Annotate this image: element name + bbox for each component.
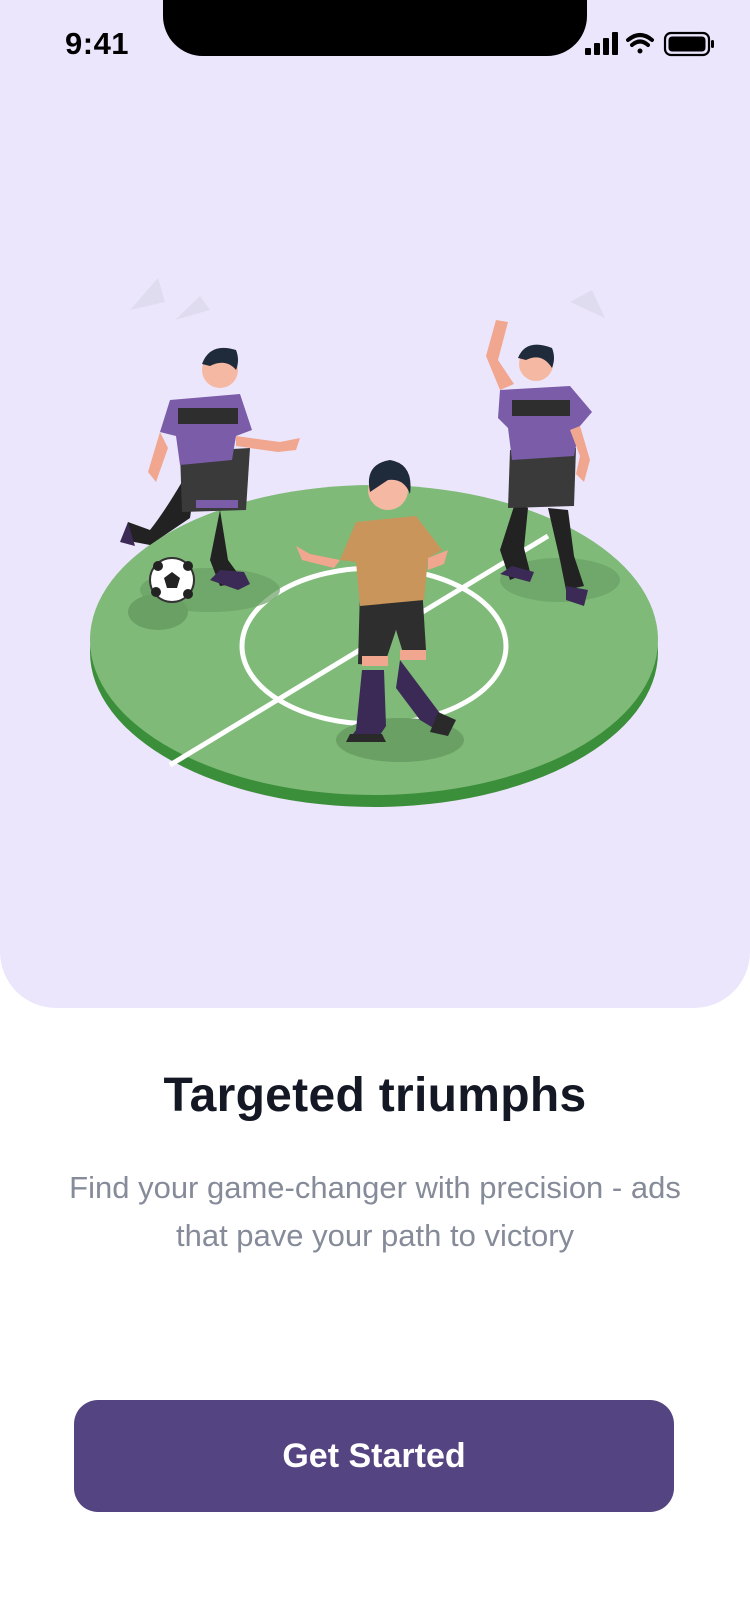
wifi-icon	[626, 33, 654, 54]
status-icons	[585, 30, 720, 65]
soccer-ball-icon	[149, 557, 195, 603]
battery-icon	[663, 31, 714, 57]
soccer-players-illustration	[90, 278, 658, 807]
onboarding-subtitle: Find your game-changer with precision - …	[69, 1170, 681, 1253]
onboarding-title: Targeted triumphs	[163, 1069, 587, 1122]
get-started-button[interactable]: Get Started	[74, 1400, 674, 1512]
device-notch	[163, 0, 587, 56]
hero-panel: 9:41	[0, 0, 750, 1008]
status-time: 9:41	[65, 26, 130, 61]
signal-icon	[585, 32, 618, 55]
